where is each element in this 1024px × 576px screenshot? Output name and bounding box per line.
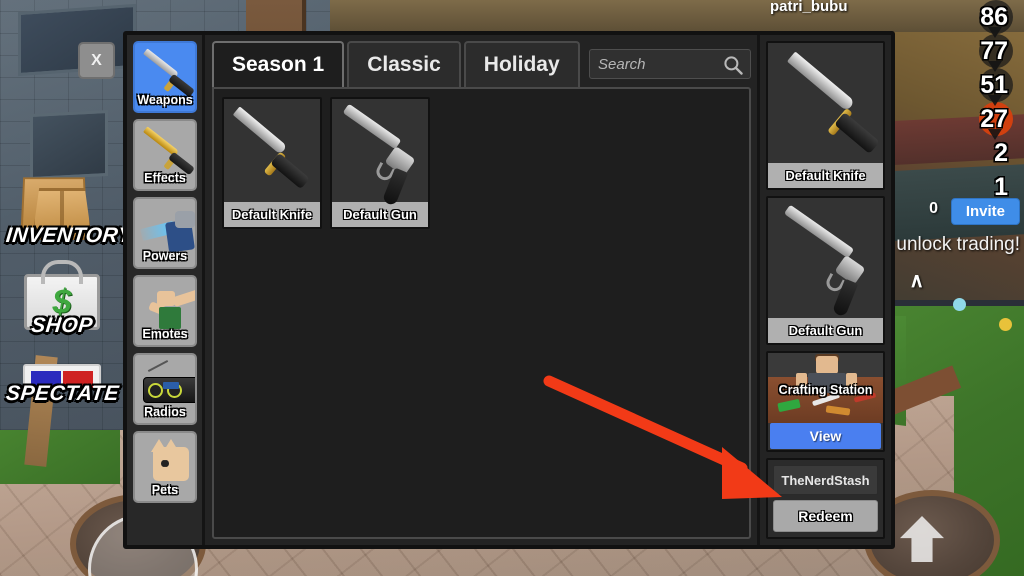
- crafting-station-icon: Crafting Station: [768, 352, 883, 423]
- item-card[interactable]: Default Gun: [330, 97, 430, 229]
- hud-spectate-button[interactable]: SPECTATE: [4, 364, 121, 406]
- leaderboard-row: 27: [898, 102, 1018, 140]
- sidebar-item-radios[interactable]: Radios: [133, 353, 197, 425]
- equipped-card-gun[interactable]: Default Gun: [766, 195, 885, 345]
- caret-icon: [988, 129, 1002, 140]
- bg-flower-yellow: [999, 318, 1012, 331]
- sidebar-label-pets: Pets: [151, 483, 179, 497]
- knife-icon: [768, 43, 883, 163]
- knife-icon: [224, 99, 320, 202]
- sidebar-label-emotes: Emotes: [142, 327, 188, 341]
- hud-left-menu: INVENTORY $ SHOP SPECTATE: [4, 188, 134, 432]
- code-redeem-panel: TheNerdStash Redeem: [766, 458, 885, 539]
- tab-holiday[interactable]: Holiday: [463, 41, 580, 87]
- leaderboard-row: 77: [898, 34, 1018, 72]
- leaderboard: patri_bubu 86 77 51 27 2 1: [770, 0, 1018, 204]
- hud-inventory-button[interactable]: INVENTORY: [4, 188, 134, 248]
- invite-button[interactable]: Invite: [950, 198, 1020, 225]
- sidebar-label-radios: Radios: [144, 405, 186, 419]
- redeem-button[interactable]: Redeem: [773, 500, 878, 532]
- hud-shop-label: SHOP: [30, 314, 95, 337]
- search-icon: [723, 55, 743, 80]
- gun-icon: [768, 198, 883, 318]
- leaderboard-row: 86: [898, 0, 1018, 38]
- sidebar-label-powers: Powers: [142, 249, 188, 263]
- sidebar-label-effects: Effects: [144, 171, 186, 185]
- tab-season-1[interactable]: Season 1: [212, 41, 345, 87]
- caret-icon: [988, 61, 1002, 72]
- equipped-label: Default Gun: [768, 317, 883, 343]
- crafting-station-card[interactable]: Crafting Station View: [766, 350, 885, 452]
- green-tool: [777, 398, 801, 412]
- item-grid: Default Knife Default Gun: [212, 87, 751, 539]
- search-box[interactable]: Search: [589, 49, 751, 79]
- bg-flower-blue: [953, 298, 966, 311]
- caret-icon: [988, 27, 1002, 38]
- sidebar-label-weapons: Weapons: [137, 93, 193, 107]
- leaderboard-row: 2: [898, 136, 1018, 170]
- item-label: Default Gun: [332, 202, 428, 227]
- bg-window-lower: [30, 109, 108, 181]
- inventory-main: Season 1 Classic Holiday Search Default …: [205, 35, 757, 545]
- hud-shop-button[interactable]: $ SHOP: [6, 274, 118, 338]
- inventory-window: Weapons Effects Powers Emotes Radios Pet…: [123, 31, 895, 549]
- close-button[interactable]: X: [78, 42, 115, 79]
- sidebar-item-pets[interactable]: Pets: [133, 431, 197, 503]
- item-card[interactable]: Default Knife: [222, 97, 322, 229]
- trade-count: 0: [929, 200, 938, 217]
- hud-inventory-label: INVENTORY: [4, 224, 134, 247]
- tab-classic[interactable]: Classic: [347, 41, 461, 87]
- sidebar-item-weapons[interactable]: Weapons: [133, 41, 197, 113]
- bg-window-upper: [18, 3, 136, 77]
- gun-icon: [332, 99, 428, 207]
- wood-tool: [825, 405, 851, 416]
- equipped-sidebar: Default Knife Default Gun Crafting Stati…: [757, 35, 891, 545]
- code-input[interactable]: TheNerdStash: [773, 465, 878, 495]
- category-sidebar: Weapons Effects Powers Emotes Radios Pet…: [127, 35, 205, 545]
- trade-message: unlock trading!: [896, 234, 1020, 255]
- leaderboard-row: 51: [898, 68, 1018, 106]
- sidebar-item-emotes[interactable]: Emotes: [133, 275, 197, 347]
- search-input[interactable]: Search: [598, 56, 646, 73]
- equipped-label: Default Knife: [768, 162, 883, 188]
- chat-expand-caret-icon[interactable]: ∧: [909, 268, 924, 293]
- equipped-card-knife[interactable]: Default Knife: [766, 41, 885, 190]
- tab-bar: Season 1 Classic Holiday Search: [212, 41, 751, 87]
- sidebar-item-powers[interactable]: Powers: [133, 197, 197, 269]
- view-button[interactable]: View: [770, 422, 881, 449]
- score-value: 2: [994, 138, 1008, 167]
- crafting-station-label: Crafting Station: [778, 382, 873, 397]
- sidebar-item-effects[interactable]: Effects: [133, 119, 197, 191]
- item-label: Default Knife: [224, 202, 320, 227]
- hud-spectate-label: SPECTATE: [4, 382, 121, 405]
- caret-icon: [988, 95, 1002, 106]
